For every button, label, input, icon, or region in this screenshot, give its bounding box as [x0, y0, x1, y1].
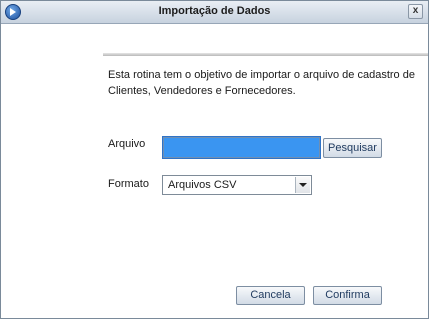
- title-bar: Importação de Dados x: [1, 1, 428, 24]
- chevron-down-icon[interactable]: [295, 177, 310, 193]
- close-button[interactable]: x: [408, 4, 423, 19]
- format-select[interactable]: Arquivos CSV: [162, 175, 312, 195]
- cancel-button[interactable]: Cancela: [236, 286, 305, 305]
- format-label: Formato: [108, 178, 149, 190]
- search-button[interactable]: Pesquisar: [323, 138, 382, 158]
- divider: [103, 53, 428, 56]
- confirm-button[interactable]: Confirma: [313, 286, 382, 305]
- import-dialog: Importação de Dados x Esta rotina tem o …: [0, 0, 429, 319]
- file-label: Arquivo: [108, 138, 146, 150]
- description-text: Esta rotina tem o objetivo de importar o…: [108, 69, 415, 97]
- format-select-value: Arquivos CSV: [168, 179, 237, 191]
- dialog-title: Importação de Dados: [158, 5, 271, 17]
- file-input[interactable]: [162, 136, 321, 159]
